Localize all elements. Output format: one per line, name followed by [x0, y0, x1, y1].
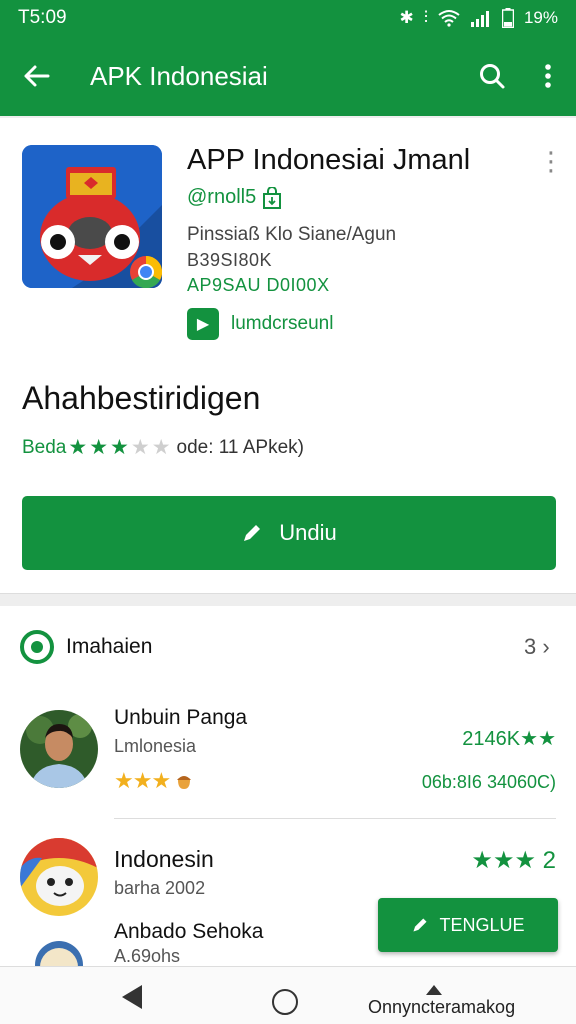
- rating-label: Beda: [22, 436, 67, 458]
- list-item-name[interactable]: Indonesin: [114, 846, 214, 873]
- list-item-name[interactable]: Unbuin Panga: [114, 706, 247, 730]
- location-pin-icon: [20, 630, 54, 664]
- list-title: Imahaien: [66, 635, 153, 658]
- star-icon: ★★: [520, 728, 556, 750]
- overflow-menu-button[interactable]: [520, 36, 576, 116]
- app-meta-line-2: B39SI80K: [187, 250, 273, 270]
- star-icon: ★: [110, 436, 129, 459]
- pencil-icon: [244, 525, 261, 541]
- list-header: Imahaien: [20, 630, 152, 664]
- shopping-bag-icon: [263, 186, 282, 209]
- section-title: Ahahbestiridigen: [22, 380, 261, 416]
- search-button[interactable]: [464, 36, 520, 116]
- status-time: T5:09: [18, 7, 67, 28]
- battery-icon: [501, 8, 514, 28]
- list-item-sub: Lmlonesia: [114, 736, 197, 756]
- list-item-name[interactable]: Anbado Sehoka: [114, 920, 263, 944]
- list-item-count: 2: [542, 847, 556, 874]
- back-button[interactable]: [0, 36, 72, 116]
- list-count: 3: [524, 634, 537, 659]
- avatar[interactable]: [20, 838, 98, 916]
- nav-back-icon[interactable]: [122, 985, 142, 1009]
- divider: [114, 818, 556, 819]
- app-meta-line-3: AP9SAU D0I00X: [187, 275, 330, 295]
- arrow-left-icon: [24, 65, 50, 87]
- nav-recent-icon[interactable]: [426, 985, 442, 995]
- list-item-right-bottom: 06b:8I6 34060C): [421, 772, 556, 792]
- app-details-card: APP Indonesiai Jmanl ⋮ @rnoll5 Pinssiaß …: [0, 118, 576, 594]
- app-title: APP Indonesiai Jmanl: [187, 144, 471, 176]
- nav-home-icon[interactable]: [272, 989, 298, 1015]
- list-item-count: 2146K: [462, 728, 521, 750]
- star-icon: ★: [151, 768, 171, 793]
- star-icon: ★★★: [471, 847, 536, 874]
- list-item-sub: A.69ohs: [114, 946, 181, 966]
- pencil-icon: [413, 918, 428, 932]
- list-item-right-top: ★★★ 2: [420, 846, 556, 875]
- avatar[interactable]: [20, 710, 98, 788]
- star-empty-icon: ★: [130, 436, 150, 459]
- status-icons: ✱ ⫶ 19%: [399, 8, 558, 28]
- app-meta-line-1: Pinssiaß Klo Siane/Agun: [187, 224, 397, 245]
- list-card: Imahaien 3 › Unbuin Panga Lmlonesia ★★★ …: [0, 606, 576, 989]
- search-icon: [480, 64, 505, 89]
- star-icon: ★: [114, 768, 134, 793]
- star-icon: ★: [89, 436, 109, 459]
- download-button[interactable]: Undiu: [22, 496, 556, 570]
- list-item-right-top: 2146K★★: [420, 726, 556, 751]
- wifi-icon: [438, 10, 460, 27]
- vibrate-icon: ⫶: [423, 8, 428, 27]
- app-icon-art: [22, 145, 162, 288]
- app-bar-title: APK Indonesiai: [90, 60, 268, 91]
- install-row[interactable]: ▶ lumdcrseunl: [187, 308, 333, 340]
- star-empty-icon: ★: [151, 436, 171, 459]
- app-more-button[interactable]: ⋮: [538, 148, 564, 174]
- install-label[interactable]: lumdcrseunl: [231, 313, 333, 335]
- more-vert-icon: [545, 64, 551, 88]
- download-button-label: Undiu: [279, 520, 337, 545]
- developer-row[interactable]: @rnoll5: [187, 186, 282, 209]
- nav-recent-label[interactable]: Onnyncteramakog: [368, 997, 515, 1018]
- battery-percent: 19%: [523, 8, 558, 27]
- list-item-sub: barha 2002: [114, 878, 206, 898]
- fab-button[interactable]: TENGLUE: [378, 898, 558, 952]
- list-count-link[interactable]: 3 ›: [524, 634, 550, 660]
- developer-name[interactable]: @rnoll5: [187, 186, 256, 209]
- star-icon: ★: [132, 768, 153, 793]
- acorn-icon: [177, 776, 192, 789]
- status-bar: T5:09 ✱ ⫶ 19%: [0, 0, 576, 36]
- bluetooth-icon: ✱: [399, 8, 414, 27]
- navigation-bar: Onnyncteramakog: [0, 966, 576, 1024]
- play-icon: ▶: [187, 308, 219, 340]
- app-bar: APK Indonesiai: [0, 36, 576, 116]
- chevron-right-icon: ›: [542, 634, 550, 659]
- person-photo: [20, 710, 98, 788]
- list-item-stars: ★★★: [114, 768, 193, 794]
- mascot-avatar: [20, 838, 98, 916]
- app-icon: [22, 145, 162, 288]
- rating-row: Beda ★ ★ ★ ★ ★ ode: 11 APkek): [22, 435, 304, 460]
- star-icon: ★: [68, 436, 88, 459]
- rating-text: ode: 11 APkek): [176, 436, 304, 458]
- signal-icon: [470, 11, 489, 27]
- fab-label: TENGLUE: [439, 914, 525, 935]
